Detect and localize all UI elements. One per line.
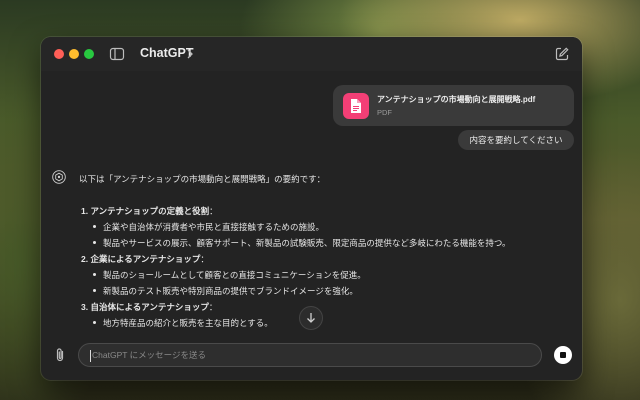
message-input-placeholder: ChatGPT にメッセージを送る	[92, 350, 206, 360]
section-title: アンテナショップの定義と役割	[90, 206, 210, 216]
list-item: 企業や自治体が消費者や市民と直接接触するための施設。	[93, 221, 324, 233]
compose-icon[interactable]	[554, 46, 570, 62]
title-bar: ChatGPT	[41, 37, 582, 71]
stop-generating-button[interactable]	[554, 346, 572, 364]
section-heading: 2. 企業によるアンテナショップ：	[81, 253, 209, 265]
bullet-text: 製品やサービスの展示、顧客サポート、新製品の試験販売、限定商品の提供など多岐にわ…	[103, 238, 511, 248]
close-window-button[interactable]	[54, 49, 64, 59]
message-input[interactable]: ChatGPT にメッセージを送る	[78, 343, 542, 367]
section-heading: 3. 自治体によるアンテナショップ：	[81, 301, 217, 313]
list-item: 製品やサービスの展示、顧客サポート、新製品の試験販売、限定商品の提供など多岐にわ…	[93, 237, 511, 249]
list-item: 新製品のテスト販売や特別商品の提供でブランドイメージを強化。	[93, 285, 358, 297]
maximize-window-button[interactable]	[84, 49, 94, 59]
section-suffix: ：	[200, 254, 209, 264]
section-heading: 1. アンテナショップの定義と役割：	[81, 205, 218, 217]
section-suffix: ：	[209, 206, 218, 216]
bullet-icon	[93, 241, 96, 245]
section-number: 3.	[81, 302, 89, 312]
list-item: 製品のショールームとして顧客との直接コミュニケーションを促進。	[93, 269, 366, 281]
bullet-text: 企業や自治体が消費者や市民と直接接触するための施設。	[103, 222, 325, 232]
section-number: 2.	[81, 254, 89, 264]
bullet-icon	[93, 321, 96, 325]
file-attachment[interactable]: アンテナショップの市場動向と展開戦略.pdf PDF	[333, 85, 574, 126]
list-item: 地方特産品の紹介と販売を主な目的とする。	[93, 317, 273, 329]
section-title: 自治体によるアンテナショップ	[90, 302, 209, 312]
bullet-text: 新製品のテスト販売や特別商品の提供でブランドイメージを強化。	[103, 286, 358, 296]
bullet-icon	[93, 225, 96, 229]
section-title: 企業によるアンテナショップ	[90, 254, 201, 264]
minimize-window-button[interactable]	[69, 49, 79, 59]
text-cursor	[90, 350, 91, 362]
scroll-to-bottom-button[interactable]	[299, 306, 323, 330]
sidebar-toggle-icon[interactable]	[109, 46, 125, 62]
user-message: 内容を要約してください	[458, 130, 574, 150]
stop-icon	[560, 352, 566, 358]
chatgpt-window: ChatGPT アンテナショップの市場動向と展開戦略.pdf PDF 内容を要約…	[41, 37, 582, 380]
chatgpt-logo-icon	[52, 170, 66, 184]
arrow-down-icon	[307, 313, 315, 323]
assistant-intro: 以下は「アンテナショップの市場動向と展開戦略」の要約です：	[79, 174, 326, 184]
bullet-icon	[93, 273, 96, 277]
section-suffix: ：	[208, 302, 218, 312]
file-type: PDF	[377, 108, 392, 117]
section-number: 1.	[81, 206, 89, 216]
bullet-icon	[93, 289, 96, 293]
bullet-text: 地方特産品の紹介と販売を主な目的とする。	[103, 318, 273, 328]
bullet-text: 製品のショールームとして顧客との直接コミュニケーションを促進。	[103, 270, 366, 280]
pdf-file-icon	[343, 93, 369, 119]
file-name: アンテナショップの市場動向と展開戦略.pdf	[377, 95, 536, 104]
chevron-right-icon[interactable]	[186, 49, 194, 59]
paperclip-icon[interactable]	[53, 347, 67, 363]
